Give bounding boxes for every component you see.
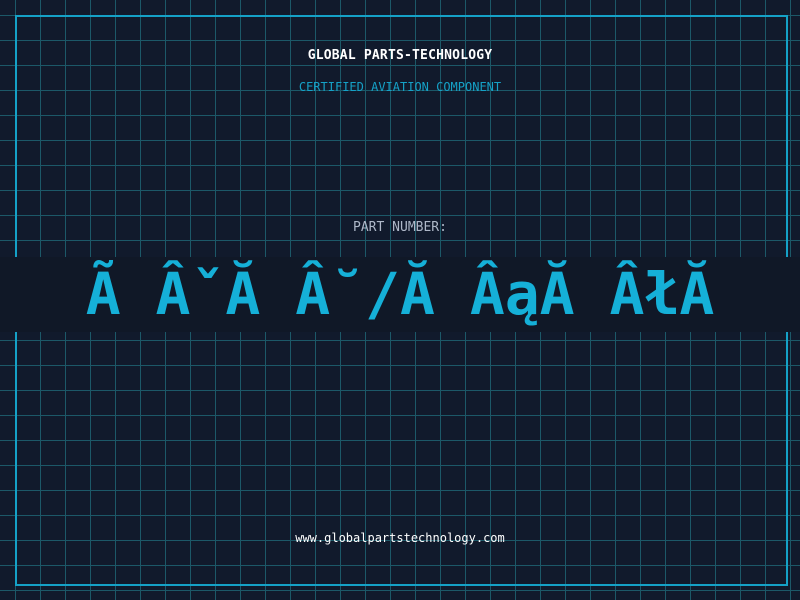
website-url[interactable]: www.globalpartstechnology.com <box>0 531 800 545</box>
certification-subtitle: CERTIFIED AVIATION COMPONENT <box>298 80 502 94</box>
company-name: GLOBAL PARTS-TECHNOLOGY <box>307 48 493 63</box>
part-number-value: Ã ÂˇĂ Â˘/Ă ÂąĂ ÂłĂ <box>85 260 715 328</box>
part-number-band: Ã ÂˇĂ Â˘/Ă ÂąĂ ÂłĂ <box>0 257 800 332</box>
part-number-label: PART NUMBER: <box>353 220 447 235</box>
